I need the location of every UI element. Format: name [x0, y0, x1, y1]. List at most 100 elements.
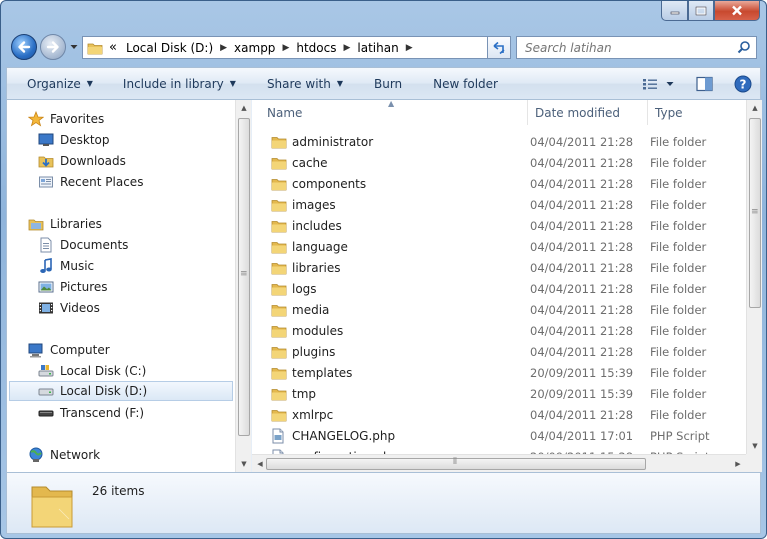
scroll-up-arrow[interactable]: ▲: [747, 100, 763, 116]
file-row[interactable]: plugins 04/04/2011 21:28 File folder: [252, 341, 746, 362]
refresh-button[interactable]: [487, 36, 511, 59]
navigation-bar: « Local Disk (D:) ▶ xampp ▶ htdocs ▶ lat…: [9, 31, 760, 63]
folder-icon: [271, 303, 287, 317]
nav-network[interactable]: Network: [27, 445, 235, 465]
chevron-right-icon[interactable]: ▶: [402, 43, 417, 53]
file-row[interactable]: media 04/04/2011 21:28 File folder: [252, 299, 746, 320]
nav-item-desktop[interactable]: Desktop: [37, 130, 235, 150]
file-row[interactable]: logs 04/04/2011 21:28 File folder: [252, 278, 746, 299]
folder-icon: [83, 41, 107, 55]
nav-item-local-disk-c[interactable]: Local Disk (C:): [37, 361, 235, 381]
libraries-icon: [27, 216, 45, 232]
scroll-down-arrow[interactable]: ▼: [236, 456, 252, 472]
maximize-button[interactable]: [688, 1, 714, 21]
new-folder-button[interactable]: New folder: [413, 68, 509, 99]
chevron-right-icon[interactable]: ▶: [339, 43, 354, 53]
back-button[interactable]: [11, 34, 37, 60]
organize-button[interactable]: Organize ▼: [7, 68, 104, 99]
file-row[interactable]: cache 04/04/2011 21:28 File folder: [252, 152, 746, 173]
file-row[interactable]: includes 04/04/2011 21:28 File folder: [252, 215, 746, 236]
burn-button[interactable]: Burn: [354, 68, 413, 99]
address-bar[interactable]: « Local Disk (D:) ▶ xampp ▶ htdocs ▶ lat…: [82, 36, 509, 59]
file-type: File folder: [650, 239, 707, 254]
nav-item-downloads[interactable]: Downloads: [37, 151, 235, 171]
column-header-date[interactable]: Date modified: [528, 100, 648, 125]
file-list-vertical-scrollbar[interactable]: ▲ ≡ ▼: [746, 100, 762, 454]
breadcrumb-item[interactable]: xampp: [231, 37, 278, 58]
file-date: 04/04/2011 21:28: [530, 134, 634, 149]
nav-libraries[interactable]: Libraries: [27, 214, 235, 234]
file-row[interactable]: modules 04/04/2011 21:28 File folder: [252, 320, 746, 341]
recent-pages-dropdown[interactable]: [68, 40, 80, 54]
scroll-right-arrow[interactable]: ▶: [730, 456, 746, 472]
file-row[interactable]: tmp 20/09/2011 15:39 File folder: [252, 383, 746, 404]
folder-icon: [271, 408, 287, 422]
search-input[interactable]: [525, 40, 725, 55]
scroll-down-arrow[interactable]: ▼: [747, 438, 763, 454]
navigation-pane-scrollbar[interactable]: ▲ ≡ ▼: [235, 100, 251, 472]
minimize-button[interactable]: [661, 1, 688, 21]
file-name: administrator: [292, 134, 374, 149]
refresh-icon: [493, 41, 505, 54]
file-row[interactable]: configuration.php20/09/2011 15:28PHP Scr…: [252, 446, 746, 454]
scroll-up-arrow[interactable]: ▲: [236, 100, 252, 116]
column-header-type[interactable]: Type: [648, 100, 746, 125]
chevron-down-icon: ▼: [336, 79, 343, 88]
search-box[interactable]: [516, 36, 757, 59]
scroll-thumb[interactable]: ≡: [749, 118, 761, 308]
search-icon[interactable]: [737, 40, 751, 57]
breadcrumb-item[interactable]: latihan: [354, 37, 401, 58]
file-date: 20/09/2011 15:39: [530, 365, 634, 380]
nav-item-documents[interactable]: Documents: [37, 235, 235, 255]
file-list-horizontal-scrollbar[interactable]: ◀ ⦀ ▶: [252, 454, 746, 472]
breadcrumb-overflow[interactable]: «: [107, 37, 123, 58]
change-view-button[interactable]: [642, 77, 674, 91]
file-row[interactable]: language 04/04/2011 21:28 File folder: [252, 236, 746, 257]
file-name: CHANGELOG.php: [292, 428, 396, 443]
breadcrumb-item[interactable]: Local Disk (D:): [123, 37, 216, 58]
file-row[interactable]: templates 20/09/2011 15:39 File folder: [252, 362, 746, 383]
forward-button[interactable]: [40, 34, 66, 60]
column-header-name[interactable]: ▲ Name: [252, 100, 528, 125]
scroll-thumb[interactable]: ⦀: [266, 457, 646, 470]
file-type: File folder: [650, 407, 707, 422]
file-name: components: [292, 176, 367, 191]
file-type: File folder: [650, 386, 707, 401]
file-row[interactable]: components 04/04/2011 21:28 File folder: [252, 173, 746, 194]
file-row[interactable]: xmlrpc 04/04/2011 21:28 File folder: [252, 404, 746, 425]
scroll-thumb[interactable]: ≡: [238, 118, 250, 436]
chevron-right-icon[interactable]: ▶: [278, 43, 293, 53]
file-name-cell: CHANGELOG.php: [252, 428, 520, 443]
nav-item-recent-places[interactable]: Recent Places: [37, 172, 235, 192]
grip-icon: ≡: [240, 269, 248, 279]
folder-icon: [271, 282, 287, 296]
include-in-library-button[interactable]: Include in library ▼: [104, 68, 247, 99]
nav-favorites[interactable]: Favorites: [27, 109, 235, 129]
php-file-icon: [271, 428, 287, 443]
nav-item-label: Recent Places: [60, 175, 144, 189]
close-button[interactable]: [714, 1, 760, 21]
file-name-cell: logs: [252, 282, 520, 296]
nav-item-local-disk-d[interactable]: Local Disk (D:): [9, 381, 233, 401]
file-row[interactable]: CHANGELOG.php 04/04/2011 17:01 PHP Script: [252, 425, 746, 446]
folder-icon: [271, 135, 287, 149]
column-header-label: Type: [655, 105, 683, 120]
nav-computer[interactable]: Computer: [27, 340, 235, 360]
file-row[interactable]: libraries 04/04/2011 21:28 File folder: [252, 257, 746, 278]
star-icon: [27, 111, 45, 127]
file-name: templates: [292, 365, 353, 380]
file-type: File folder: [650, 176, 707, 191]
breadcrumb-item[interactable]: htdocs: [293, 37, 339, 58]
nav-item-music[interactable]: Music: [37, 256, 235, 276]
command-bar: Organize ▼ Include in library ▼ Share with…: [6, 67, 761, 100]
file-row[interactable]: administrator 04/04/2011 21:28 File folder: [252, 131, 746, 152]
file-type: File folder: [650, 218, 707, 233]
nav-item-videos[interactable]: Videos: [37, 298, 235, 318]
file-row[interactable]: images 04/04/2011 21:28 File folder: [252, 194, 746, 215]
help-button[interactable]: ?: [734, 75, 752, 93]
nav-item-pictures[interactable]: Pictures: [37, 277, 235, 297]
preview-pane-button[interactable]: [696, 76, 714, 92]
chevron-right-icon[interactable]: ▶: [216, 43, 231, 53]
nav-item-transcend-f[interactable]: Transcend (F:): [37, 403, 235, 423]
share-with-button[interactable]: Share with ▼: [247, 68, 354, 99]
